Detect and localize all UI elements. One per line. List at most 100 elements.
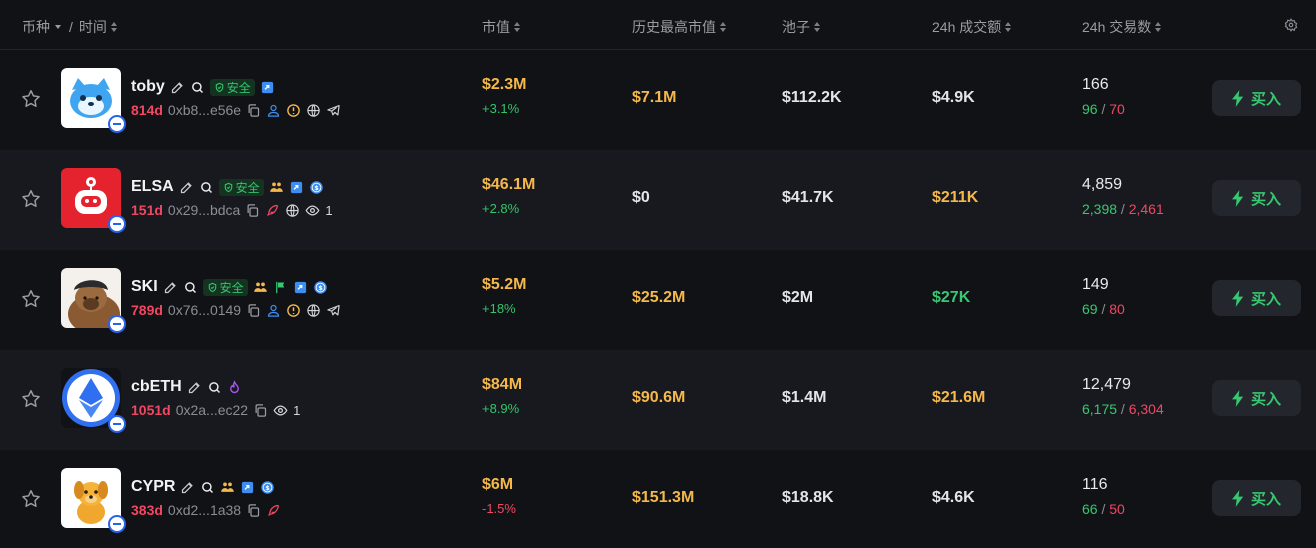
volume-header[interactable]: 24h 成交额 (932, 17, 1012, 37)
tx-count-total: 12,479 (1082, 376, 1131, 393)
table-row[interactable]: toby 安全 814d 0xb8...e56e $2.3M +3.1% $7.1… (0, 50, 1316, 150)
token-name-line: CYPR $ (131, 477, 275, 497)
edit-icon[interactable] (170, 80, 185, 95)
token-meta-line: 1051d 0x2a...ec22 1 (131, 401, 300, 419)
market-cap: $2.3M (482, 76, 527, 93)
star-icon[interactable] (20, 288, 42, 310)
chain-badge-icon (108, 415, 126, 433)
search-icon[interactable] (200, 480, 215, 495)
table-header: 币种 / 时间 市值 历史最高市值 池子 24h 成交额 24h 交易数 (0, 0, 1316, 50)
token-age: 814d (131, 102, 163, 118)
search-icon[interactable] (199, 180, 214, 195)
copy-icon[interactable] (245, 203, 260, 218)
telegram-icon[interactable] (326, 303, 341, 318)
search-icon[interactable] (190, 80, 205, 95)
token-address: 0x29...bdca (167, 202, 241, 218)
feather-icon (265, 203, 280, 218)
copy-icon[interactable] (253, 403, 268, 418)
token-avatar[interactable] (61, 368, 126, 433)
ath-market-cap: $25.2M (632, 289, 686, 306)
token-name[interactable]: CYPR (131, 478, 175, 496)
shield-icon (214, 82, 225, 93)
token-avatar[interactable] (61, 68, 126, 133)
holders-icon (220, 480, 235, 495)
globe-icon[interactable] (285, 203, 300, 218)
buy-button[interactable]: 买入 (1212, 180, 1301, 216)
token-meta-line: 383d 0xd2...1a38 (131, 501, 281, 519)
buy-button[interactable]: 买入 (1212, 280, 1301, 316)
txcount-header[interactable]: 24h 交易数 (1082, 17, 1162, 37)
token-avatar[interactable] (61, 168, 126, 233)
twitter-verified-icon[interactable] (289, 180, 304, 195)
tx-separator: / (1097, 301, 1110, 317)
token-name-line: cbETH (131, 377, 242, 397)
token-age: 789d (131, 302, 163, 318)
flame-icon (227, 379, 242, 395)
pool-value: $18.8K (782, 489, 834, 506)
edit-icon[interactable] (180, 480, 195, 495)
token-name[interactable]: ELSA (131, 178, 174, 196)
edit-icon[interactable] (179, 180, 194, 195)
coin-time-header[interactable]: 币种 / 时间 (22, 17, 118, 37)
globe-icon[interactable] (306, 303, 321, 318)
table-row[interactable]: ELSA 安全 $ 151d 0x29...bdca 1 $46.1M +2.8% $… (0, 150, 1316, 250)
tx-sell-count: 80 (1109, 301, 1125, 317)
twitter-verified-icon[interactable] (293, 280, 308, 295)
pool-value: $41.7K (782, 189, 834, 206)
token-age: 1051d (131, 402, 171, 418)
user-icon[interactable] (266, 303, 281, 318)
edit-icon[interactable] (163, 280, 178, 295)
user-icon[interactable] (266, 103, 281, 118)
edit-icon[interactable] (187, 380, 202, 395)
buy-button[interactable]: 买入 (1212, 380, 1301, 416)
holders-icon (269, 180, 284, 195)
sort-icon (1005, 22, 1012, 32)
view-count: 1 (325, 202, 333, 218)
dollar-coin-icon: $ (313, 280, 328, 295)
table-row[interactable]: cbETH 1051d 0x2a...ec22 1 $84M +8.9% $90.… (0, 350, 1316, 450)
pool-header[interactable]: 池子 (782, 17, 821, 37)
chain-badge-icon (108, 515, 126, 533)
copy-icon[interactable] (246, 303, 261, 318)
tx-buy-count: 2,398 (1082, 201, 1118, 217)
token-name[interactable]: toby (131, 78, 165, 96)
star-icon[interactable] (20, 388, 42, 410)
price-change: +8.9% (482, 401, 520, 416)
mcap-header[interactable]: 市值 (482, 17, 521, 37)
tx-separator: / (1117, 401, 1129, 417)
token-avatar[interactable] (61, 468, 126, 533)
token-name[interactable]: SKI (131, 278, 158, 296)
token-name[interactable]: cbETH (131, 378, 182, 396)
dollar-coin-icon: $ (260, 480, 275, 495)
ath-header[interactable]: 历史最高市值 (632, 17, 727, 37)
tx-separator: / (1097, 501, 1110, 517)
ath-market-cap: $90.6M (632, 389, 686, 406)
volume-24h: $27K (932, 289, 971, 306)
safe-label: 安全 (226, 80, 251, 95)
twitter-verified-icon[interactable] (260, 80, 275, 95)
star-icon[interactable] (20, 188, 42, 210)
volume-24h: $4.9K (932, 89, 975, 106)
globe-icon[interactable] (306, 103, 321, 118)
table-row[interactable]: CYPR $ 383d 0xd2...1a38 $6M -1.5% $151.3M… (0, 450, 1316, 548)
telegram-icon[interactable] (326, 103, 341, 118)
search-icon[interactable] (207, 380, 222, 395)
tx-buy-sell: 96 / 70 (1082, 101, 1125, 117)
table-row[interactable]: SKI 安全 $ 789d 0x76...0149 $5.2M +18% $25.2… (0, 250, 1316, 350)
buy-button-label: 买入 (1250, 490, 1281, 508)
twitter-verified-icon[interactable] (240, 480, 255, 495)
dollar-coin-icon: $ (309, 180, 324, 195)
shield-icon (223, 182, 234, 193)
buy-button[interactable]: 买入 (1212, 80, 1301, 116)
buy-button[interactable]: 买入 (1212, 480, 1301, 516)
buy-button-label: 买入 (1250, 290, 1281, 308)
gear-icon[interactable] (1284, 18, 1298, 32)
copy-icon[interactable] (246, 503, 261, 518)
star-icon[interactable] (20, 488, 42, 510)
search-icon[interactable] (183, 280, 198, 295)
star-icon[interactable] (20, 88, 42, 110)
copy-icon[interactable] (246, 103, 261, 118)
txcount-header-label: 24h 交易数 (1082, 19, 1152, 35)
token-address: 0xd2...1a38 (167, 502, 242, 518)
token-avatar[interactable] (61, 268, 126, 333)
